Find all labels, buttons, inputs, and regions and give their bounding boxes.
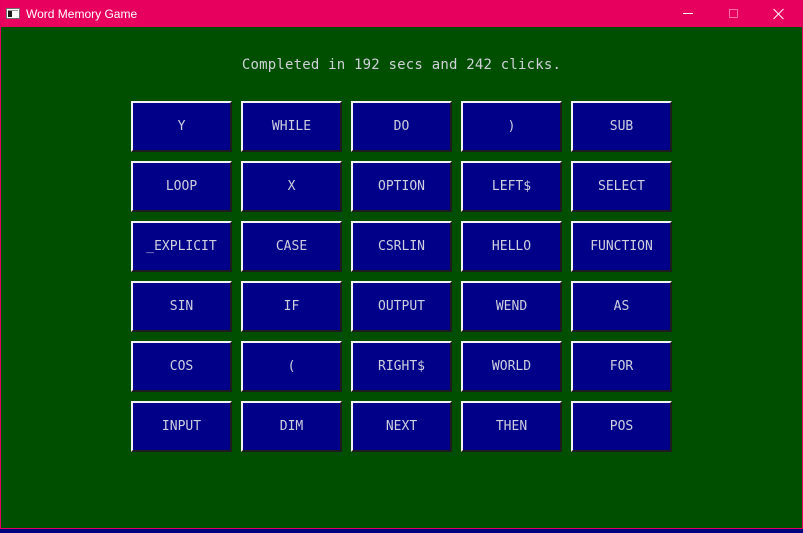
word-tile[interactable]: SIN	[131, 281, 232, 332]
word-tile[interactable]: OPTION	[351, 161, 452, 212]
word-tile[interactable]: )	[461, 101, 562, 152]
word-tile[interactable]: THEN	[461, 401, 562, 452]
word-tile[interactable]: (	[241, 341, 342, 392]
maximize-button[interactable]	[710, 0, 756, 27]
word-tile[interactable]: INPUT	[131, 401, 232, 452]
maximize-icon	[728, 9, 738, 18]
word-tile[interactable]: CASE	[241, 221, 342, 272]
word-tile-grid: Y WHILE DO ) SUB LOOP X OPTION LEFT$ SEL…	[131, 101, 672, 452]
word-tile[interactable]: _EXPLICIT	[131, 221, 232, 272]
word-tile[interactable]: HELLO	[461, 221, 562, 272]
word-tile[interactable]: FUNCTION	[571, 221, 672, 272]
word-tile[interactable]: SUB	[571, 101, 672, 152]
minimize-button[interactable]	[665, 0, 711, 27]
word-tile[interactable]: IF	[241, 281, 342, 332]
word-tile[interactable]: WORLD	[461, 341, 562, 392]
window-title: Word Memory Game	[26, 7, 138, 21]
word-tile[interactable]: SELECT	[571, 161, 672, 212]
app-window-icon[interactable]	[6, 8, 20, 19]
word-tile[interactable]: NEXT	[351, 401, 452, 452]
word-tile[interactable]: COS	[131, 341, 232, 392]
close-icon	[773, 8, 785, 20]
word-tile[interactable]: X	[241, 161, 342, 212]
word-tile[interactable]: RIGHT$	[351, 341, 452, 392]
word-tile[interactable]: LOOP	[131, 161, 232, 212]
word-tile[interactable]: WHILE	[241, 101, 342, 152]
word-tile[interactable]: Y	[131, 101, 232, 152]
word-tile[interactable]: LEFT$	[461, 161, 562, 212]
close-button[interactable]	[756, 0, 802, 27]
word-tile[interactable]: OUTPUT	[351, 281, 452, 332]
word-tile[interactable]: WEND	[461, 281, 562, 332]
word-tile[interactable]: POS	[571, 401, 672, 452]
completion-status: Completed in 192 secs and 242 clicks.	[241, 57, 562, 73]
word-tile[interactable]: DIM	[241, 401, 342, 452]
word-tile[interactable]: DO	[351, 101, 452, 152]
game-window: Word Memory Game Completed in 192 secs a…	[0, 0, 803, 529]
word-tile[interactable]: AS	[571, 281, 672, 332]
title-bar[interactable]: Word Memory Game	[1, 0, 802, 27]
minimize-icon	[683, 13, 693, 14]
word-tile[interactable]: FOR	[571, 341, 672, 392]
word-tile[interactable]: CSRLIN	[351, 221, 452, 272]
